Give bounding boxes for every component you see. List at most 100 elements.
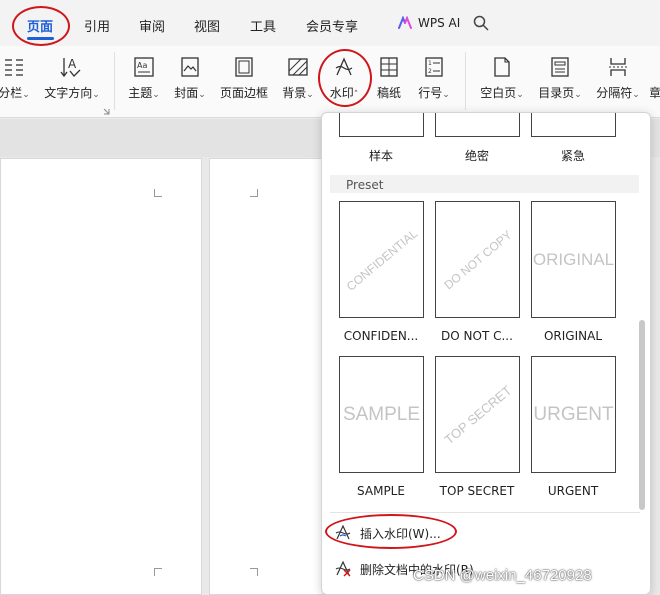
preset-section-header: Preset (330, 175, 639, 193)
chevron-down-icon: ⌄ (92, 90, 100, 100)
watermark-label-sample: SAMPLE (357, 484, 405, 498)
margin-mark (154, 189, 162, 197)
tab-references[interactable]: 引用 (84, 16, 110, 35)
manuscript-icon (376, 54, 402, 80)
tab-review[interactable]: 审阅 (139, 16, 165, 35)
ribbon-separator (465, 52, 466, 110)
blank-page-label: 空白页 (480, 86, 517, 100)
chapter-icon (650, 54, 660, 80)
chevron-down-icon: ⌄ (198, 90, 206, 100)
preset-section-title: Preset (346, 178, 384, 192)
text-direction-icon: A (59, 54, 85, 80)
line-number-label: 行号 (418, 86, 443, 100)
search-icon[interactable] (473, 15, 489, 34)
chevron-down-icon: ⌄ (152, 90, 160, 100)
margin-mark (250, 568, 258, 576)
watermark-label-urgent: URGENT (547, 484, 599, 498)
page-border-button[interactable]: 页面边框 (216, 46, 272, 118)
separator-button[interactable]: 分隔符⌄ (592, 46, 644, 118)
ribbon-separator (114, 52, 115, 110)
watermark-label-confidential: CONFIDEN... (343, 329, 419, 343)
manuscript-label: 稿纸 (376, 86, 401, 100)
annotation-circle-watermark (318, 49, 372, 107)
document-page[interactable] (0, 158, 202, 595)
separator-label: 分隔符 (596, 86, 633, 100)
watermark-thumb-topsecret-cn[interactable] (435, 113, 520, 137)
source-credit: CSDN @weixin_46720928 (413, 567, 592, 584)
watermark-preview-text: CONFIDENTIAL (343, 225, 420, 294)
chevron-down-icon: ⌄ (516, 90, 524, 100)
columns-icon (1, 54, 27, 80)
wps-ai-icon (398, 15, 412, 30)
watermark-thumb-urgent-cn[interactable] (531, 113, 616, 137)
chevron-down-icon: ⌄ (574, 90, 582, 100)
theme-label: 主题 (128, 86, 153, 100)
watermark-thumb-original[interactable]: ORIGINAL (531, 201, 616, 318)
panel-scrollbar[interactable] (639, 320, 645, 510)
blank-page-button[interactable]: 空白页⌄ (476, 46, 528, 118)
background-button[interactable]: 背景⌄ (278, 46, 318, 118)
columns-label: 分栏 (0, 86, 23, 100)
svg-text:2: 2 (428, 68, 432, 75)
annotation-circle-insert-watermark (325, 514, 457, 549)
watermark-label-do-not-copy: DO NOT C... (441, 329, 513, 343)
chevron-down-icon: ⌄ (442, 90, 450, 100)
watermark-thumb-urgent[interactable]: URGENT (531, 356, 616, 473)
theme-icon: Aa (131, 54, 157, 80)
document-page[interactable] (209, 158, 329, 595)
background-label: 背景 (282, 86, 307, 100)
page-border-label: 页面边框 (219, 86, 268, 100)
chevron-down-icon: ⌄ (22, 90, 30, 100)
theme-button[interactable]: Aa 主题⌄ (124, 46, 164, 118)
chapter-label: 章 (650, 86, 660, 100)
columns-button[interactable]: 分栏⌄ (0, 46, 32, 118)
dialog-launcher-icon[interactable] (103, 108, 110, 115)
chevron-down-icon: ⌄ (306, 90, 314, 100)
wps-ai-button[interactable]: WPS AI (398, 15, 461, 30)
watermark-preview-text: TOP SECRET (441, 382, 514, 447)
watermark-thumb-sample[interactable]: SAMPLE (339, 356, 424, 473)
blank-page-icon (489, 54, 515, 80)
svg-text:Aa: Aa (137, 61, 147, 70)
watermark-thumb-confidential[interactable]: CONFIDENTIAL (339, 201, 424, 318)
tab-tools[interactable]: 工具 (250, 16, 276, 35)
watermark-preview-text: SAMPLE (342, 403, 421, 425)
watermark-label-topsecret-cn: 绝密 (464, 149, 489, 163)
text-direction-label: 文字方向 (44, 86, 93, 100)
cover-icon (177, 54, 203, 80)
tab-membership[interactable]: 会员专享 (306, 16, 358, 35)
chapter-button[interactable]: 章 (650, 46, 660, 118)
separator-icon (605, 54, 631, 80)
svg-text:A: A (68, 57, 77, 71)
watermark-preview-text: DO NOT COPY (440, 227, 515, 292)
manuscript-button[interactable]: 稿纸 (372, 46, 406, 118)
cover-button[interactable]: 封面⌄ (170, 46, 210, 118)
cover-label: 封面 (174, 86, 199, 100)
line-number-icon: 12 (421, 54, 447, 80)
watermark-preview-text: ORIGINAL (532, 249, 615, 269)
annotation-circle-page-tab (12, 6, 70, 46)
menu-divider (330, 512, 640, 513)
watermark-label-urgent-cn: 紧急 (560, 149, 585, 163)
toc-page-icon (547, 54, 573, 80)
watermark-thumb-top-secret[interactable]: TOP SECRET (435, 356, 520, 473)
page-border-icon (231, 54, 257, 80)
wps-ai-label: WPS AI (418, 16, 461, 30)
svg-text:1: 1 (428, 60, 432, 67)
background-icon (285, 54, 311, 80)
delete-watermark-icon (334, 559, 352, 580)
watermark-thumb-sample-cn[interactable] (339, 113, 424, 137)
toc-page-button[interactable]: 目录页⌄ (534, 46, 586, 118)
tab-view[interactable]: 视图 (194, 16, 220, 35)
chevron-down-icon: ⌄ (632, 90, 640, 100)
watermark-preview-text: URGENT (533, 403, 614, 425)
ribbon-tab-bar: 页面 引用 审阅 视图 工具 会员专享 WPS AI (0, 0, 660, 46)
watermark-thumb-do-not-copy[interactable]: DO NOT COPY (435, 201, 520, 318)
watermark-label-top-secret: TOP SECRET (439, 484, 515, 498)
margin-mark (250, 189, 258, 197)
toc-page-label: 目录页 (538, 86, 575, 100)
margin-mark (154, 568, 162, 576)
watermark-label-original: ORIGINAL (543, 329, 603, 343)
text-direction-button[interactable]: A 文字方向⌄ (42, 46, 102, 118)
line-number-button[interactable]: 12 行号⌄ (414, 46, 454, 118)
